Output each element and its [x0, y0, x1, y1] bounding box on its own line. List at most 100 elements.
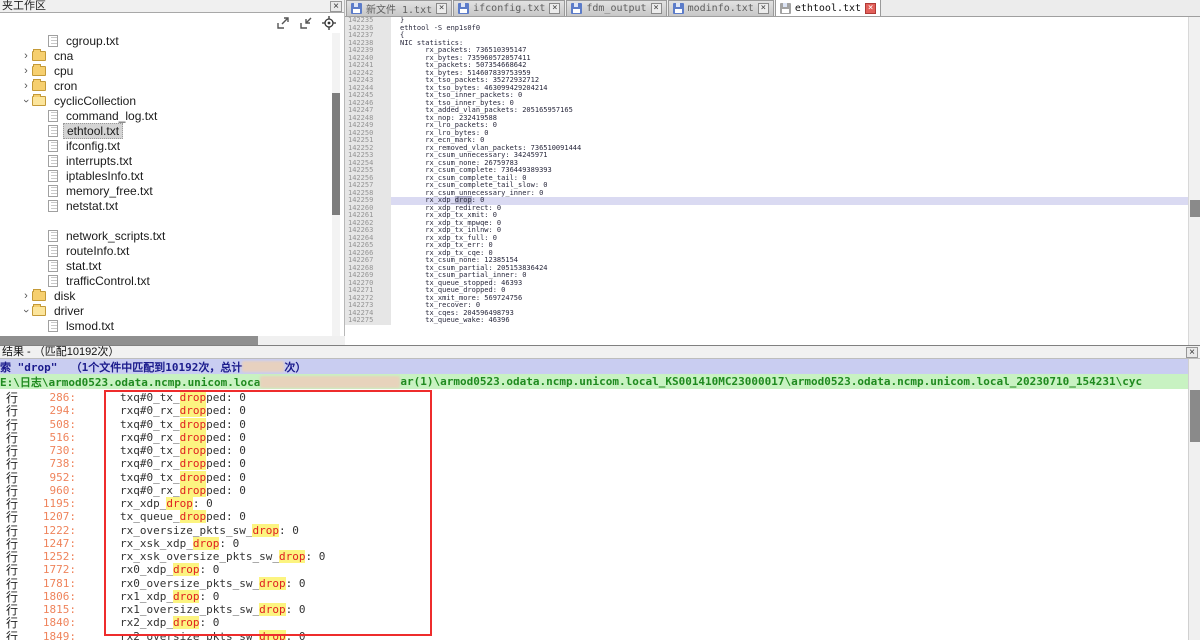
tab--1-txt[interactable]: 新文件 1.txt× [346, 0, 452, 16]
tree-item-label: trafficControl.txt [63, 274, 153, 288]
matched-keyword: drop [193, 537, 220, 550]
tree-item-label: netstat.txt [63, 199, 121, 213]
search-result-row[interactable]: 行1222:rx_oversize_pkts_sw_drop: 0 [0, 524, 1188, 537]
chevron-right-icon[interactable]: › [20, 50, 32, 62]
tab-close-icon[interactable]: × [549, 3, 560, 14]
chevron-right-icon[interactable]: › [20, 290, 32, 302]
search-result-row[interactable]: 行952:txq#0_tx_dropped: 0 [0, 471, 1188, 484]
row-line-number: 952: [20, 471, 76, 484]
locate-file-icon[interactable] [322, 16, 336, 30]
scrollbar-thumb[interactable] [1190, 390, 1200, 442]
chevron-right-icon[interactable]: › [20, 65, 32, 77]
row-line-number: 286: [20, 391, 76, 404]
tree-item-cpu[interactable]: ›cpu [0, 63, 332, 78]
tab-label: ethtool.txt [795, 3, 861, 14]
folder-icon [32, 81, 46, 91]
results-summary-line[interactable]: 索 "drop" （1个文件中匹配到10192次，总计 次） [0, 359, 1200, 374]
tab-label: ifconfig.txt [473, 3, 545, 14]
matched-keyword: drop [259, 630, 286, 640]
tree-item-label: disk [51, 289, 78, 303]
line-text: tx_queue_stopped: 46393 [391, 280, 1200, 288]
search-result-row[interactable]: 行294:rxq#0_rx_dropped: 0 [0, 404, 1188, 417]
search-result-row[interactable]: 行1815:rx1_oversize_pkts_sw_drop: 0 [0, 603, 1188, 616]
scrollbar-thumb[interactable] [1190, 200, 1200, 217]
chevron-down-icon[interactable]: › [20, 305, 32, 317]
tree-item-cgroup-txt[interactable]: cgroup.txt [0, 33, 332, 48]
tree-item-ethtool-txt[interactable]: ethtool.txt [0, 123, 332, 138]
tree-item-cron[interactable]: ›cron [0, 78, 332, 93]
tree-item-stat-txt[interactable]: stat.txt [0, 258, 332, 273]
workspace-toolbar [0, 13, 344, 33]
tree-item-cycliccollection[interactable]: ›cyclicCollection [0, 93, 332, 108]
tab-close-icon[interactable]: × [865, 3, 876, 14]
search-result-row[interactable]: 行1195:rx_xdp_drop: 0 [0, 497, 1188, 510]
tree-item-trafficcontrol-txt[interactable]: trafficControl.txt [0, 273, 332, 288]
tab-close-icon[interactable]: × [758, 3, 769, 14]
tree-item-ifconfig-txt[interactable]: ifconfig.txt [0, 138, 332, 153]
results-path-text: E:\日志\armod0523.odata.ncmp.unicom.loca [0, 374, 260, 390]
search-result-row[interactable]: 行1207:tx_queue_dropped: 0 [0, 510, 1188, 523]
file-icon [48, 230, 58, 242]
tree-item-netstat-txt[interactable]: netstat.txt [0, 198, 332, 213]
tab-ifconfig-txt[interactable]: ifconfig.txt × [453, 0, 565, 16]
editor-body[interactable]: 142235}142236ethtool -S enp1s0f0142237{1… [345, 17, 1200, 345]
search-result-row[interactable]: 行1806:rx1_xdp_drop: 0 [0, 590, 1188, 603]
matched-keyword: drop [180, 484, 207, 497]
editor-line[interactable]: 142275 tx_queue_wake: 46396 [345, 317, 1200, 325]
tab-close-icon[interactable]: × [651, 3, 662, 14]
tree-item-lsmod-txt[interactable]: lsmod.txt [0, 318, 332, 333]
workspace-vertical-scrollbar[interactable] [332, 33, 340, 336]
search-result-row[interactable]: 行730:txq#0_tx_dropped: 0 [0, 444, 1188, 457]
tab-fdm-output[interactable]: fdm_output × [566, 0, 666, 16]
tree-item-driver[interactable]: ›driver [0, 303, 332, 318]
tree-item-routeinfo-txt[interactable]: routeInfo.txt [0, 243, 332, 258]
search-result-row[interactable]: 行516:rxq#0_rx_dropped: 0 [0, 431, 1188, 444]
scrollbar-thumb[interactable] [0, 336, 258, 345]
search-result-row[interactable]: 行1781:rx0_oversize_pkts_sw_drop: 0 [0, 577, 1188, 590]
search-result-row[interactable]: 行1247:rx_xsk_xdp_drop: 0 [0, 537, 1188, 550]
chevron-down-icon[interactable]: › [20, 95, 32, 107]
tab-close-icon[interactable]: × [436, 3, 447, 14]
editor-text-area[interactable]: 142235}142236ethtool -S enp1s0f0142237{1… [345, 17, 1200, 325]
row-match-text: rx2_oversize_pkts_sw_drop: 0 [120, 630, 305, 640]
tree-item-memory-free-txt[interactable]: memory_free.txt [0, 183, 332, 198]
editor-panel: 新文件 1.txt×ifconfig.txt×fdm_output×modinf… [345, 0, 1200, 345]
folder-icon [32, 291, 46, 301]
chevron-right-icon[interactable]: › [20, 80, 32, 92]
tree-item-cna[interactable]: ›cna [0, 48, 332, 63]
search-result-row[interactable]: 行1252:rx_xsk_oversize_pkts_sw_drop: 0 [0, 550, 1188, 563]
tree-item-network-scripts-txt[interactable]: network_scripts.txt [0, 228, 332, 243]
results-vertical-scrollbar[interactable] [1188, 359, 1200, 640]
tree-item-command-log-txt[interactable]: command_log.txt [0, 108, 332, 123]
results-file-path-line[interactable]: E:\日志\armod0523.odata.ncmp.unicom.loca a… [0, 374, 1200, 389]
tree-item-label: cgroup.txt [63, 34, 122, 48]
workspace-close-button[interactable]: × [330, 1, 342, 12]
tab-ethtool-txt[interactable]: ethtool.txt × [775, 0, 881, 16]
tab-modinfo-txt[interactable]: modinfo.txt× [668, 0, 774, 16]
tree-item-disk[interactable]: › disk [0, 288, 332, 303]
search-result-row[interactable]: 行1849:rx2_oversize_pkts_sw_drop: 0 [0, 630, 1188, 640]
smart-highlight-match: drop [455, 196, 472, 204]
search-result-row[interactable]: 行286:txq#0_tx_dropped: 0 [0, 391, 1188, 404]
tree-item-iptablesinfo-txt[interactable]: iptablesInfo.txt [0, 168, 332, 183]
editor-line[interactable]: 142237{ [345, 32, 1200, 40]
row-match-text: rx_xsk_xdp_drop: 0 [120, 537, 239, 550]
results-close-button[interactable]: × [1186, 347, 1198, 358]
collapse-all-icon[interactable] [299, 17, 314, 30]
search-result-row[interactable]: 行738:rxq#0_rx_dropped: 0 [0, 457, 1188, 470]
editor-line[interactable]: 142236ethtool -S enp1s0f0 [345, 25, 1200, 33]
expand-all-icon[interactable] [276, 17, 291, 30]
tree-item-interrupts-txt[interactable]: interrupts.txt [0, 153, 332, 168]
search-result-row[interactable]: 行1772:rx0_xdp_drop: 0 [0, 563, 1188, 576]
search-result-row[interactable]: 行508:txq#0_tx_dropped: 0 [0, 418, 1188, 431]
tree-item-label: ethtool.txt [63, 123, 123, 139]
editor-vertical-scrollbar[interactable] [1188, 17, 1200, 345]
search-result-row[interactable]: 行960:rxq#0_rx_dropped: 0 [0, 484, 1188, 497]
matched-keyword: drop [173, 590, 200, 603]
scrollbar-thumb[interactable] [332, 93, 340, 215]
search-result-row[interactable]: 行1840:rx2_xdp_drop: 0 [0, 616, 1188, 629]
tab-label: fdm_output [586, 3, 646, 14]
matched-keyword: drop [173, 563, 200, 576]
workspace-horizontal-scrollbar[interactable] [0, 336, 345, 345]
tree-item-label: command_log.txt [63, 109, 160, 123]
